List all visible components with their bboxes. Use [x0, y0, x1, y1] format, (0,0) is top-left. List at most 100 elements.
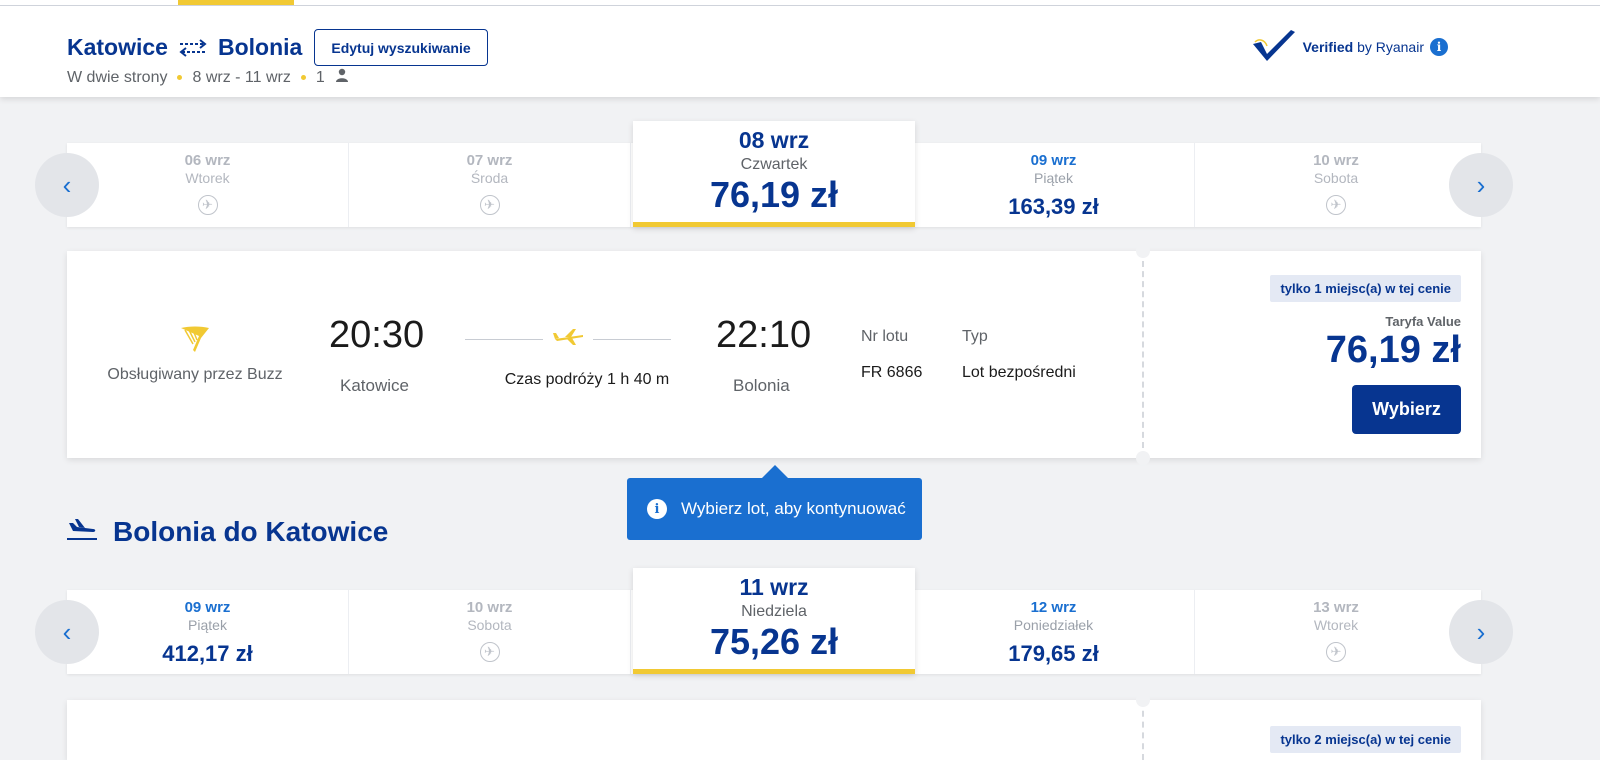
- arrival-city: Bolonia: [733, 376, 790, 395]
- weekday-label: Wtorek: [185, 170, 230, 186]
- weekday-label: Piątek: [188, 617, 227, 633]
- weekday-label: Czwartek: [740, 156, 808, 173]
- no-flight-icon: ✈: [479, 195, 500, 215]
- active-step-indicator: [178, 0, 294, 5]
- ryanair-harp-logo: [105, 324, 285, 359]
- separator-dot: [177, 75, 183, 80]
- outbound-date-06: 06 wrz Wtorek ✈: [67, 143, 349, 227]
- return-flight-card[interactable]: tylko 2 miejsc(a) w tej cenie: [67, 693, 1481, 760]
- next-dates-button[interactable]: ›: [1449, 600, 1513, 664]
- return-date-13: 13 wrz Wtorek ✈: [1195, 590, 1477, 674]
- info-icon: i: [647, 499, 667, 519]
- date-price: 76,19 zł: [709, 174, 839, 215]
- flight-card[interactable]: Obsługiwany przez Buzz 20:30 Katowice Cz…: [67, 244, 1481, 465]
- date-price: 75,26 zł: [709, 621, 839, 662]
- ticket-notch-top: [1136, 244, 1150, 258]
- outbound-date-10: 10 wrz Sobota ✈: [1195, 143, 1477, 227]
- prev-dates-button[interactable]: ‹: [35, 153, 99, 217]
- route-line-right: [593, 339, 671, 340]
- trip-details: W dwie strony 8 wrz - 11 wrz 1: [67, 68, 349, 87]
- passenger-count: 1: [315, 68, 325, 86]
- route-title: Katowice Bolonia: [67, 34, 302, 61]
- fare-name: Taryfa Value: [1385, 314, 1461, 329]
- flight-number-label: Nr lotu: [861, 328, 909, 345]
- no-flight-icon: ✈: [1326, 642, 1346, 662]
- ticket-divider: [1142, 251, 1144, 458]
- date-label: 10 wrz: [466, 599, 513, 616]
- search-summary-header: Katowice Bolonia Edytuj wyszukiwanie W d…: [0, 0, 1600, 97]
- route-line-left: [465, 339, 543, 340]
- date-label: 11 wrz: [739, 574, 809, 600]
- next-dates-button[interactable]: ›: [1449, 153, 1513, 217]
- no-flight-icon: ✈: [197, 195, 218, 215]
- edit-search-button[interactable]: Edytuj wyszukiwanie: [314, 29, 488, 66]
- return-route-label: Bolonia do Katowice: [113, 516, 389, 547]
- weekday-label: Środa: [470, 170, 509, 186]
- date-label: 13 wrz: [1313, 599, 1359, 616]
- info-icon[interactable]: i: [1430, 37, 1448, 56]
- origin-label: Katowice: [67, 34, 168, 60]
- ticket-notch-bottom: [1136, 451, 1150, 465]
- select-flight-button[interactable]: Wybierz: [1352, 385, 1461, 434]
- date-label: 08 wrz: [738, 127, 810, 153]
- header-divider: [0, 5, 1600, 6]
- operator-label: Obsługiwany przez Buzz: [107, 366, 283, 383]
- date-price: 163,39 zł: [1008, 194, 1099, 219]
- outbound-date-08-selected[interactable]: 08 wrz Czwartek 76,19 zł: [633, 121, 915, 227]
- ticket-notch-top: [1136, 693, 1150, 707]
- tooltip-pointer: [762, 465, 788, 478]
- weekday-label: Piątek: [1034, 170, 1073, 186]
- date-label: 10 wrz: [1313, 152, 1359, 169]
- date-label: 09 wrz: [184, 599, 231, 616]
- prev-dates-button[interactable]: ‹: [35, 600, 99, 664]
- no-flight-icon: ✈: [1326, 195, 1346, 215]
- round-trip-icon: [178, 38, 208, 57]
- weekday-label: Niedziela: [741, 603, 807, 620]
- departure-time: 20:30: [329, 314, 425, 356]
- weekday-label: Sobota: [1313, 170, 1359, 186]
- chevron-right-icon: ›: [1476, 616, 1486, 647]
- verified-strong: Verified: [1302, 38, 1354, 55]
- select-flight-tooltip: i Wybierz lot, aby kontynuować: [627, 478, 922, 540]
- plane-icon: [553, 327, 585, 352]
- chevron-right-icon: ›: [1476, 169, 1486, 200]
- date-label: 06 wrz: [184, 152, 231, 169]
- flight-type: Lot bezpośredni: [962, 364, 1076, 381]
- fare-price: 76,19 zł: [1325, 329, 1461, 371]
- verified-check-icon: [1251, 28, 1297, 65]
- no-flight-icon: ✈: [479, 642, 500, 662]
- travel-duration: Czas podróży 1 h 40 m: [504, 371, 670, 388]
- chevron-left-icon: ‹: [62, 169, 72, 200]
- selected-indicator: [633, 669, 915, 674]
- landing-plane-icon: [67, 516, 97, 548]
- departure-city: Katowice: [340, 376, 409, 395]
- return-date-12[interactable]: 12 wrz Poniedziałek 179,65 zł: [913, 590, 1195, 674]
- date-price: 412,17 zł: [162, 641, 253, 666]
- verified-by: by Ryanair: [1357, 38, 1424, 55]
- date-label: 09 wrz: [1030, 152, 1077, 169]
- trip-dates: 8 wrz - 11 wrz: [192, 68, 291, 86]
- seats-left-badge: tylko 1 miejsc(a) w tej cenie: [1270, 275, 1461, 302]
- destination-label: Bolonia: [217, 34, 303, 60]
- trip-type: W dwie strony: [67, 68, 168, 86]
- selected-indicator: [633, 222, 915, 227]
- weekday-label: Wtorek: [1313, 617, 1359, 633]
- weekday-label: Sobota: [467, 617, 512, 633]
- tooltip-text: Wybierz lot, aby kontynuować: [681, 499, 906, 518]
- separator-dot: [300, 75, 306, 80]
- arrival-time: 22:10: [716, 314, 812, 356]
- passenger-icon: [335, 68, 349, 87]
- seats-left-badge: tylko 2 miejsc(a) w tej cenie: [1270, 726, 1461, 753]
- flight-number: FR 6866: [861, 364, 923, 381]
- return-section-title: Bolonia do Katowice: [67, 516, 388, 548]
- date-price: 179,65 zł: [1008, 641, 1099, 666]
- verified-badge: Verified by Ryanair i: [1251, 28, 1448, 65]
- ticket-divider: [1142, 700, 1144, 760]
- return-date-11-selected[interactable]: 11 wrz Niedziela 75,26 zł: [633, 568, 915, 674]
- flight-type-label: Typ: [962, 328, 988, 345]
- weekday-label: Poniedziałek: [1013, 617, 1094, 633]
- outbound-date-09[interactable]: 09 wrz Piątek 163,39 zł: [913, 143, 1195, 227]
- return-date-09[interactable]: 09 wrz Piątek 412,17 zł: [67, 590, 349, 674]
- return-date-10: 10 wrz Sobota ✈: [349, 590, 631, 674]
- outbound-date-07: 07 wrz Środa ✈: [349, 143, 631, 227]
